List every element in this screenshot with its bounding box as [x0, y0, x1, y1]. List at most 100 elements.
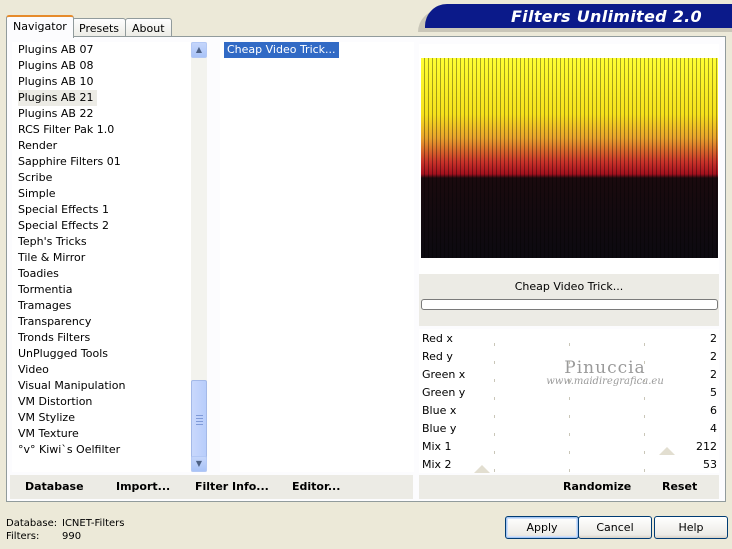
param-value: 2: [710, 332, 717, 345]
param-label: Blue x: [422, 404, 457, 417]
param-row[interactable]: Green y 5: [419, 384, 719, 402]
param-value: 53: [703, 458, 717, 471]
category-item[interactable]: Simple: [18, 186, 56, 202]
tab-about[interactable]: About: [125, 18, 172, 37]
slider-tick: [644, 379, 645, 382]
filters-label: Filters:: [6, 531, 40, 542]
category-item[interactable]: Scribe: [18, 170, 52, 186]
slider-tick: [569, 415, 570, 418]
param-label: Blue y: [422, 422, 457, 435]
category-item[interactable]: RCS Filter Pak 1.0: [18, 122, 114, 138]
grip-line: [196, 418, 203, 419]
category-item[interactable]: Special Effects 2: [18, 218, 109, 234]
help-button[interactable]: Help: [654, 516, 728, 539]
slider-tick: [644, 469, 645, 472]
slider-tick: [569, 343, 570, 346]
category-item[interactable]: Visual Manipulation: [18, 378, 125, 394]
import-button[interactable]: Import...: [116, 480, 170, 493]
chevron-up-icon: ▲: [195, 45, 203, 54]
param-label: Mix 2: [422, 458, 452, 471]
slider-tick: [494, 469, 495, 472]
category-item[interactable]: Tormentia: [18, 282, 72, 298]
param-label: Red y: [422, 350, 453, 363]
editor-button[interactable]: Editor...: [292, 480, 340, 493]
slider-tick: [569, 469, 570, 472]
slider-tick: [569, 433, 570, 436]
tab-presets[interactable]: Presets: [72, 18, 127, 37]
param-label: Mix 1: [422, 440, 452, 453]
filter-title-area: Cheap Video Trick...: [419, 274, 719, 326]
slider-tick: [494, 415, 495, 418]
navigator-toolbar: Database Import... Filter Info... Editor…: [10, 475, 413, 499]
param-row[interactable]: Green x 2: [419, 366, 719, 384]
filter-item-cheap-video-trick[interactable]: Cheap Video Trick...: [224, 42, 339, 58]
category-item[interactable]: Tramages: [18, 298, 71, 314]
category-item[interactable]: °v° Kiwi`s Oelfilter: [18, 442, 120, 458]
category-item[interactable]: Video: [18, 362, 49, 378]
category-item[interactable]: Special Effects 1: [18, 202, 109, 218]
progress-bar: [421, 299, 718, 310]
category-list[interactable]: Plugins AB 07 Plugins AB 08 Plugins AB 10 P…: [12, 42, 192, 472]
category-item[interactable]: Plugins AB 21: [18, 90, 98, 106]
category-item[interactable]: Teph's Tricks: [18, 234, 87, 250]
param-row[interactable]: Red y 2: [419, 348, 719, 366]
slider-marker: [474, 465, 490, 473]
category-scrollbar[interactable]: ▲ ▼: [191, 42, 207, 472]
preview-image: [421, 58, 718, 258]
param-value: 2: [710, 350, 717, 363]
slider-tick: [644, 415, 645, 418]
filter-list[interactable]: Cheap Video Trick...: [220, 42, 414, 472]
category-item[interactable]: Tronds Filters: [18, 330, 90, 346]
banner-title: Filters Unlimited 2.0: [510, 7, 702, 26]
scroll-up-button[interactable]: ▲: [191, 42, 207, 58]
slider-tick: [569, 451, 570, 454]
category-item[interactable]: VM Distortion: [18, 394, 92, 410]
apply-button[interactable]: Apply: [505, 516, 579, 539]
category-item[interactable]: Render: [18, 138, 57, 154]
category-item[interactable]: VM Stylize: [18, 410, 75, 426]
category-item[interactable]: UnPlugged Tools: [18, 346, 108, 362]
param-row[interactable]: Red x 2: [419, 330, 719, 348]
param-row[interactable]: Mix 2 53: [419, 456, 719, 474]
slider-tick: [644, 433, 645, 436]
category-item[interactable]: Plugins AB 08: [18, 58, 93, 74]
scroll-down-button[interactable]: ▼: [191, 456, 207, 472]
param-value: 6: [710, 404, 717, 417]
slider-tick: [644, 361, 645, 364]
category-item[interactable]: Tile & Mirror: [18, 250, 85, 266]
preview-filter-name: Cheap Video Trick...: [514, 280, 624, 293]
tab-navigator[interactable]: Navigator: [6, 15, 74, 38]
cancel-button[interactable]: Cancel: [578, 516, 652, 539]
database-label: Database:: [6, 518, 58, 529]
category-item[interactable]: Plugins AB 07: [18, 42, 93, 58]
category-item[interactable]: Transparency: [18, 314, 91, 330]
filters-info: Filters: 990: [6, 530, 81, 543]
slider-marker: [659, 447, 675, 455]
slider-tick: [569, 379, 570, 382]
database-info: Database: ICNET-Filters: [6, 517, 125, 530]
slider-tick: [569, 361, 570, 364]
category-item[interactable]: Plugins AB 10: [18, 74, 93, 90]
database-button[interactable]: Database: [25, 480, 84, 493]
category-item[interactable]: VM Texture: [18, 426, 79, 442]
filter-info-button[interactable]: Filter Info...: [195, 480, 269, 493]
slider-tick: [569, 397, 570, 400]
category-item[interactable]: Toadies: [18, 266, 59, 282]
randomize-button[interactable]: Randomize: [563, 480, 631, 493]
parameter-toolbar: Randomize Reset: [419, 475, 719, 499]
param-row[interactable]: Blue y 4: [419, 420, 719, 438]
grip-line: [196, 415, 203, 416]
param-value: 2: [710, 368, 717, 381]
slider-tick: [644, 343, 645, 346]
param-row[interactable]: Blue x 6: [419, 402, 719, 420]
param-label: Red x: [422, 332, 453, 345]
category-item[interactable]: Sapphire Filters 01: [18, 154, 121, 170]
slider-tick: [494, 343, 495, 346]
chevron-down-icon: ▼: [195, 459, 203, 468]
param-value: 4: [710, 422, 717, 435]
grip-line: [196, 421, 203, 422]
param-label: Green y: [422, 386, 466, 399]
category-item[interactable]: Plugins AB 22: [18, 106, 93, 122]
scroll-thumb[interactable]: [191, 380, 207, 460]
reset-button[interactable]: Reset: [662, 480, 697, 493]
